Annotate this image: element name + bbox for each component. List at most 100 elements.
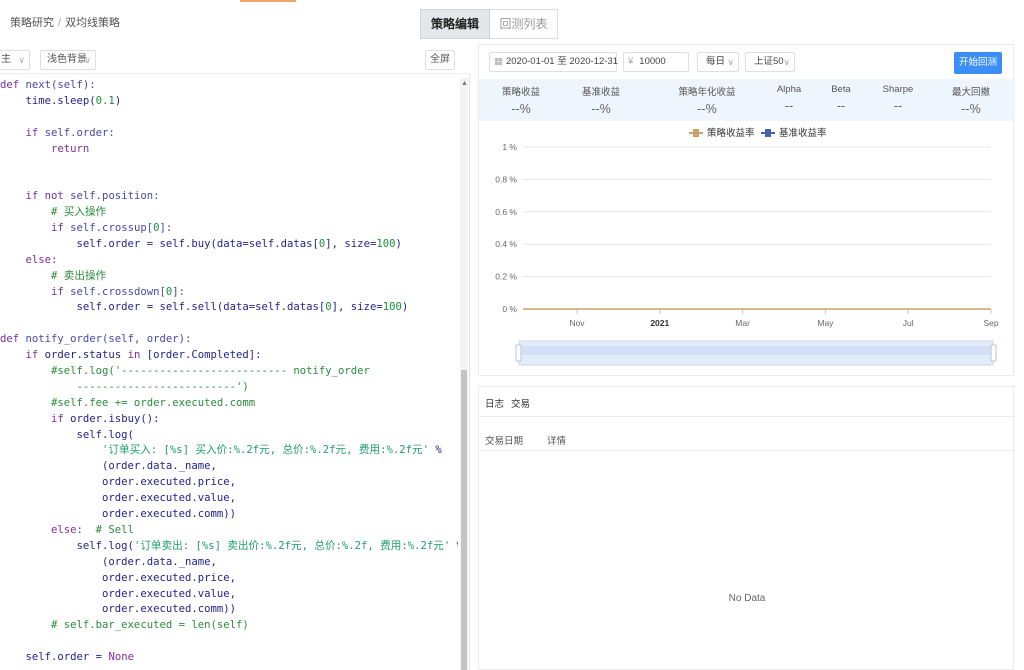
metric-value: -- [836,99,846,113]
x-tick-label: Jul [903,318,914,328]
code-line: if order.isbuy(): [0,412,160,425]
frequency-select[interactable]: 每日 ∨ [697,52,739,72]
legend-label-benchmark: 基准收益率 [779,127,827,139]
code-line: # self.bar_executed = len(self) [0,619,249,632]
code-line: return [0,142,90,155]
tab-strategy-edit[interactable]: 策略编辑 [420,9,490,39]
tab-trades[interactable]: 交易 [511,396,530,410]
code-editor-panel: 主 ∨ 浅色背景 ∨ 全屏 def next(self): time.sleep… [0,44,470,670]
metric-label: Sharpe [882,84,914,95]
editor-toolbar: 主 ∨ 浅色背景 ∨ 全屏 [0,44,470,74]
code-line: self.log('订单卖出: [%s] 卖出价:%.2f元, 总价:%.2f,… [0,539,458,552]
legend-label-strategy: 策略收益率 [707,127,755,139]
code-line: order.executed.comm)) [0,508,236,521]
chevron-down-icon: ∨ [727,57,734,67]
code-line: #self.log('-------------------------- no… [0,365,370,378]
start-backtest-button[interactable]: 开始回测 [954,52,1002,74]
benchmark-select[interactable]: 上证50 ∨ [745,52,795,72]
column-detail: 详情 [547,436,567,447]
benchmark-value: 上证50 [754,56,784,67]
code-line: else: # Sell [0,523,134,536]
mode-select-value: 主 [1,54,11,65]
code-line: order.executed.comm)) [0,603,236,616]
code-line: if self.order: [0,126,115,139]
log-tabs: 日志 交易 [479,387,1015,417]
y-tick-label: 0.8 % [495,174,517,184]
metric-value: --% [697,102,717,116]
capital-value: 10000 [639,56,666,67]
top-bar: 策略研究 / 双均线策略 策略编辑 回测列表 [0,0,1024,42]
metric-max-drawdown: 最大回撤 --% [943,79,999,116]
code-line: self.log( [0,428,134,441]
x-tick-label: May [817,318,834,328]
mode-select[interactable]: 主 ∨ [0,50,30,70]
currency-icon: ¥ [628,56,634,67]
code-line: (order.data._name, [0,460,217,473]
y-tick-label: 1 % [502,142,517,152]
metric-label: 策略收益 [501,87,540,98]
code-line: order.executed.value, [0,492,236,505]
code-line: if self.crossup[0]: [0,222,173,235]
code-line: order.executed.price, [0,476,236,489]
breadcrumb-separator: / [58,17,62,29]
metric-label: 最大回撤 [951,87,990,98]
tab-log[interactable]: 日志 [485,396,504,410]
metric-value: --% [961,102,981,116]
metric-label: Beta [831,84,851,95]
date-range-picker[interactable]: ▦ 2020-01-01 至 2020-12-31 [489,52,618,72]
zoom-slider-fill [519,346,993,355]
column-trade-date: 交易日期 [485,436,524,447]
y-tick-label: 0.6 % [495,207,517,217]
legend-marker-strategy [693,129,699,137]
metric-annual-return: 策略年化收益 --% [671,79,743,116]
code-line: if order.status in [order.Completed]: [0,349,262,362]
capital-input[interactable]: ¥10000 [623,52,689,72]
metric-strategy-return: 策略收益 --% [493,79,549,116]
date-end: 2020-12-31 [569,56,618,67]
metric-value: --% [591,102,611,116]
code-line: self.order = self.buy(data=self.datas[0]… [0,237,402,250]
scrollbar-thumb[interactable] [461,370,467,670]
code-line: def next(self): [0,79,96,91]
metric-beta: Beta -- [823,79,859,113]
chevron-down-icon: ∨ [84,55,91,65]
metrics-bar: 策略收益 --% 基准收益 --% 策略年化收益 --% Alpha -- Be… [479,79,1015,121]
code-line: #self.fee += order.executed.comm [0,396,256,409]
code-line: (order.data._name, [0,555,217,568]
log-panel: 日志 交易 交易日期 详情 No Data [478,386,1015,670]
metric-alpha: Alpha -- [769,79,809,113]
y-tick-label: 0.2 % [495,272,517,282]
theme-select-value: 浅色背景 [47,54,87,65]
code-line: order.executed.price, [0,571,236,584]
y-tick-label: 0 % [502,304,517,314]
metric-benchmark-return: 基准收益 --% [573,79,629,116]
scroll-up-icon[interactable]: ▲ [461,80,468,87]
breadcrumb-root[interactable]: 策略研究 [10,17,54,29]
code-line: def notify_order(self, order): [0,333,192,346]
log-table-header: 交易日期 详情 [479,425,1015,451]
code-line: order.executed.value, [0,587,236,600]
metric-label: 基准收益 [581,87,620,98]
x-tick-label: Mar [735,318,750,328]
chevron-down-icon: ∨ [783,57,790,67]
code-line: if not self.position: [0,190,160,203]
editor-scrollbar[interactable]: ▲ [460,78,468,670]
code-line: '订单买入: [%s] 买入价:%.2f元, 总价:%.2f元, 费用:%.2f… [0,444,442,457]
backtest-toolbar: ▦ 2020-01-01 至 2020-12-31 ¥10000 每日 ∨ 上证5… [479,45,1015,79]
zoom-handle-left [515,344,522,362]
code-area[interactable]: def next(self): time.sleep(0.1) if self.… [0,78,458,670]
metric-value: -- [784,99,794,113]
returns-chart[interactable]: 策略收益率 基准收益率 0 % 0.2 % 0.4 % 0.6 % 0.8 % 1 % Nov 2… [479,123,1015,377]
metric-value: --% [511,102,531,116]
code-line: else: [0,253,58,266]
frequency-value: 每日 [706,56,726,67]
fullscreen-button[interactable]: 全屏 [425,50,455,70]
code-line: self.order = None [0,651,134,664]
tab-backtest-list[interactable]: 回测列表 [490,9,558,39]
theme-select[interactable]: 浅色背景 ∨ [40,50,96,70]
breadcrumb: 策略研究 / 双均线策略 [10,14,120,30]
